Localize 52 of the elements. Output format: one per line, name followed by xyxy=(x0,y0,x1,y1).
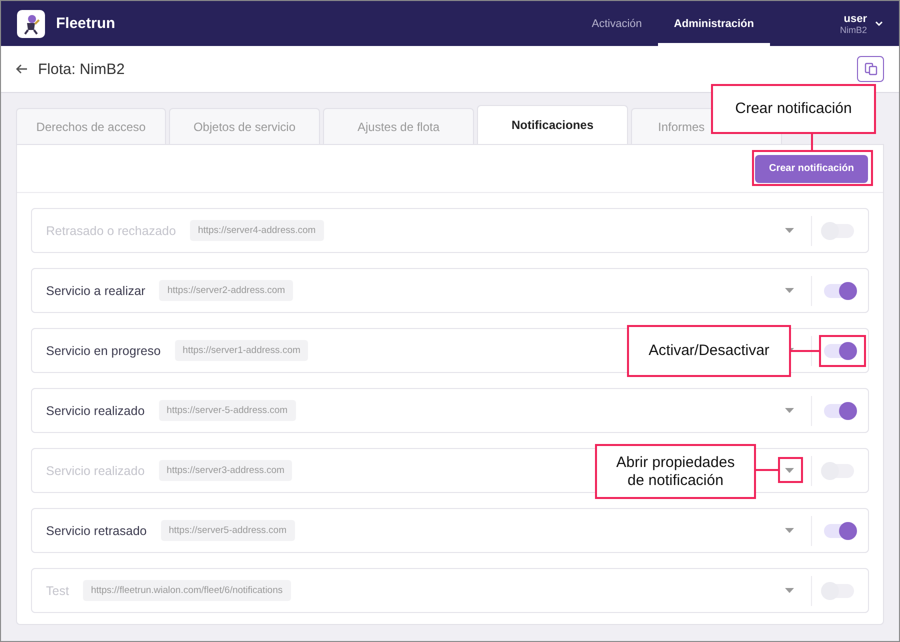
dropdown-caret-icon[interactable] xyxy=(785,288,794,293)
leader-line xyxy=(811,134,813,150)
logo-icon xyxy=(17,10,45,38)
notification-row[interactable]: Servicio a realizar https://server2-address.com xyxy=(31,268,869,313)
dropdown-caret-icon[interactable] xyxy=(785,228,794,233)
leader-line xyxy=(756,469,778,471)
notification-row[interactable]: Servicio retrasado https://server5-address.com xyxy=(31,508,869,553)
leader-line xyxy=(791,350,819,352)
notification-name: Retrasado o rechazado xyxy=(46,224,176,238)
copy-icon xyxy=(864,62,878,76)
notification-name: Servicio realizado xyxy=(46,404,145,418)
annotation-tooltip: Activar/Desactivar xyxy=(627,325,791,377)
notification-row[interactable]: Retrasado o rechazado https://server4-address.com xyxy=(31,208,869,253)
toggle-switch[interactable] xyxy=(824,284,854,298)
create-notification-button[interactable]: Crear notificación xyxy=(754,154,868,182)
url-chip: https://fleetrun.wialon.com/fleet/6/notifications xyxy=(82,580,291,601)
notification-name: Servicio retrasado xyxy=(46,524,147,538)
toggle-switch[interactable] xyxy=(824,404,854,418)
highlight-frame xyxy=(778,457,803,483)
url-chip: https://server1-address.com xyxy=(174,340,308,361)
dropdown-caret-icon[interactable] xyxy=(785,528,794,533)
notification-name: Servicio a realizar xyxy=(46,284,146,298)
nav-tab[interactable]: Activación xyxy=(576,1,658,46)
annotation-tooltip: Crear notificación xyxy=(711,84,876,134)
dropdown-caret-icon[interactable] xyxy=(785,468,794,473)
copy-button[interactable] xyxy=(857,56,884,82)
toggle-switch[interactable] xyxy=(824,344,854,358)
url-chip: https://server3-address.com xyxy=(158,460,292,481)
notification-name: Servicio en progreso xyxy=(46,344,161,358)
user-name: user xyxy=(844,12,867,24)
dropdown-caret-icon[interactable] xyxy=(785,408,794,413)
url-chip: https://server2-address.com xyxy=(159,280,294,301)
tab[interactable]: Derechos de acceso xyxy=(16,108,166,144)
page-title: Flota: NimB2 xyxy=(38,60,125,78)
tab[interactable]: Notificaciones xyxy=(477,105,628,144)
url-chip: https://server4-address.com xyxy=(190,220,324,241)
url-chip: https://server5-address.com xyxy=(160,520,294,541)
dropdown-caret-icon[interactable] xyxy=(785,588,794,593)
caret-icon[interactable] xyxy=(875,20,883,26)
back-arrow-icon[interactable] xyxy=(16,64,28,74)
app-name: Fleetrun xyxy=(56,15,116,32)
notification-name: Test xyxy=(46,584,69,598)
tab[interactable]: Ajustes de flota xyxy=(323,108,474,144)
tab[interactable]: Objetos de servicio xyxy=(169,108,320,144)
url-chip: https://server-5-address.com xyxy=(158,400,296,421)
highlight-frame xyxy=(819,335,866,367)
notification-row[interactable]: Test https://fleetrun.wialon.com/fleet/6/notifications xyxy=(31,568,869,613)
notification-row[interactable]: Servicio realizado https://server-5-address.com xyxy=(31,388,869,433)
notification-name: Servicio realizado xyxy=(46,464,145,478)
toggle-switch[interactable] xyxy=(824,524,854,538)
annotation-tooltip: Abrir propiedades de notificación xyxy=(595,444,756,499)
fleet-name: NimB2 xyxy=(840,24,867,34)
